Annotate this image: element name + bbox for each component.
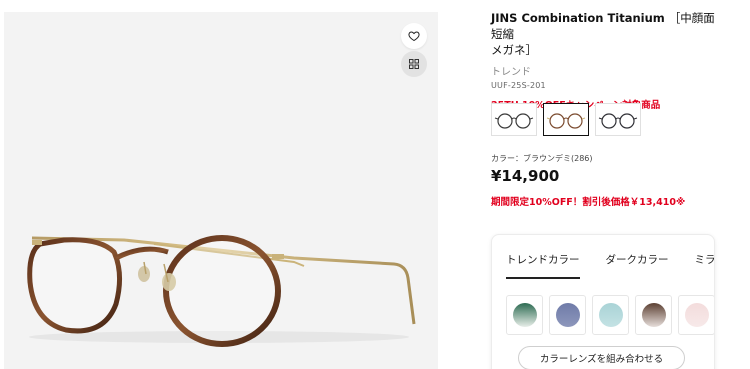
lens-swatch-green[interactable]	[506, 295, 543, 335]
favorite-button[interactable]	[401, 23, 427, 49]
color-thumbnail[interactable]	[491, 103, 537, 136]
price: ¥14,900	[491, 167, 560, 185]
glasses-thumbnail-icon	[598, 112, 638, 129]
color-thumbnail[interactable]	[595, 103, 641, 136]
lens-color-circle	[512, 303, 537, 327]
grid-icon	[409, 59, 419, 69]
color-lens-panel: トレンドカラー ダークカラー ミラ カラーレンズを組み合わせる	[491, 234, 715, 369]
lens-swatch-light-aqua[interactable]	[592, 295, 629, 335]
color-label: カラー：ブラウンデミ(286)	[491, 154, 593, 163]
lens-color-circle	[641, 303, 666, 327]
lens-color-circle	[598, 303, 623, 327]
tab-dark-color[interactable]: ダークカラー	[606, 252, 669, 279]
color-thumbnail-selected[interactable]	[543, 103, 589, 136]
virtual-try-on-button[interactable]	[401, 51, 427, 77]
tab-trend-color[interactable]: トレンドカラー	[506, 252, 580, 279]
lens-swatch-brown[interactable]	[635, 295, 672, 335]
lens-color-circle	[684, 303, 709, 327]
lens-swatch-blue-gray[interactable]	[549, 295, 586, 335]
lens-swatch-light-pink[interactable]	[678, 295, 714, 335]
sale-price-text: 期間限定10%OFF！割引後価格￥13,410※	[491, 197, 686, 208]
product-code: UUF-25S-201	[491, 81, 546, 90]
product-title: JINS Combination Titanium ［中顔面短縮 メガネ］	[491, 10, 721, 58]
lens-swatches	[506, 295, 714, 335]
color-thumbnails	[491, 103, 641, 136]
product-info: JINS Combination Titanium ［中顔面短縮 メガネ］ トレ…	[491, 10, 721, 111]
glasses-image	[27, 235, 416, 347]
heart-icon	[408, 31, 420, 42]
glasses-thumbnail-icon	[546, 112, 586, 129]
combine-color-lens-button[interactable]: カラーレンズを組み合わせる	[518, 346, 685, 369]
product-title-jp-2: メガネ］	[491, 43, 537, 57]
product-image	[4, 12, 438, 369]
lens-color-circle	[555, 303, 580, 327]
product-category: トレンド	[491, 67, 531, 78]
product-title-en: JINS Combination Titanium	[491, 11, 665, 25]
tab-mirror[interactable]: ミラ	[695, 252, 715, 279]
glasses-thumbnail-icon	[494, 112, 534, 129]
lens-tabs: トレンドカラー ダークカラー ミラ	[506, 252, 715, 279]
